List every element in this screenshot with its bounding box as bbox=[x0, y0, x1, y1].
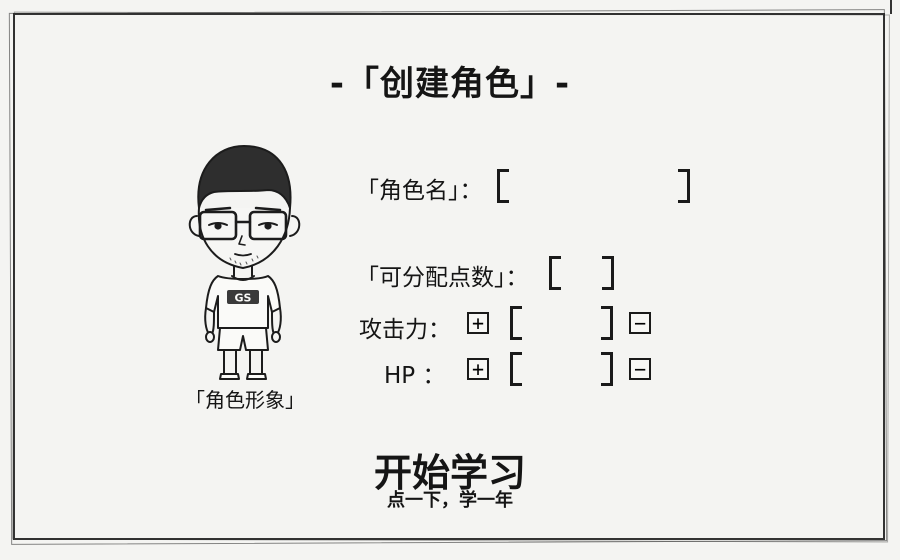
minus-icon: − bbox=[633, 311, 647, 335]
points-bracket-left bbox=[549, 256, 561, 290]
points-label: 「可分配点数」： bbox=[356, 265, 529, 291]
page-title: -「创建角色」- bbox=[329, 64, 571, 104]
hp-value-input[interactable] bbox=[525, 352, 601, 386]
points-bracket-right bbox=[602, 256, 614, 290]
hp-bracket-left bbox=[510, 352, 522, 386]
hair-shape bbox=[197, 145, 292, 209]
avatar-caption: 「角色形象」 bbox=[185, 388, 305, 412]
name-label: 「角色名」： bbox=[356, 178, 483, 204]
shirt-logo: GS bbox=[235, 292, 252, 305]
attack-label: 攻击力： bbox=[359, 317, 451, 343]
attack-bracket-left bbox=[510, 306, 522, 340]
name-bracket-right bbox=[678, 169, 690, 203]
hp-bracket-right bbox=[601, 352, 613, 386]
character-name-input[interactable] bbox=[512, 169, 678, 203]
attack-bracket-right bbox=[601, 306, 613, 340]
attack-minus-button[interactable]: − bbox=[629, 312, 651, 334]
hp-plus-button[interactable]: + bbox=[467, 358, 489, 380]
frame-edge-mark bbox=[890, 0, 892, 14]
minus-icon: − bbox=[633, 357, 647, 381]
attack-plus-button[interactable]: + bbox=[467, 312, 489, 334]
plus-icon: + bbox=[471, 311, 485, 335]
attack-value-input[interactable] bbox=[525, 306, 601, 340]
shorts-shape bbox=[217, 327, 269, 351]
start-subtitle: 点一下，学一年 bbox=[387, 490, 513, 511]
points-value bbox=[564, 256, 602, 290]
name-bracket-left bbox=[497, 169, 509, 203]
hp-label: HP ： bbox=[384, 363, 446, 389]
hp-minus-button[interactable]: − bbox=[629, 358, 651, 380]
plus-icon: + bbox=[471, 357, 485, 381]
character-avatar: GS bbox=[188, 145, 301, 380]
